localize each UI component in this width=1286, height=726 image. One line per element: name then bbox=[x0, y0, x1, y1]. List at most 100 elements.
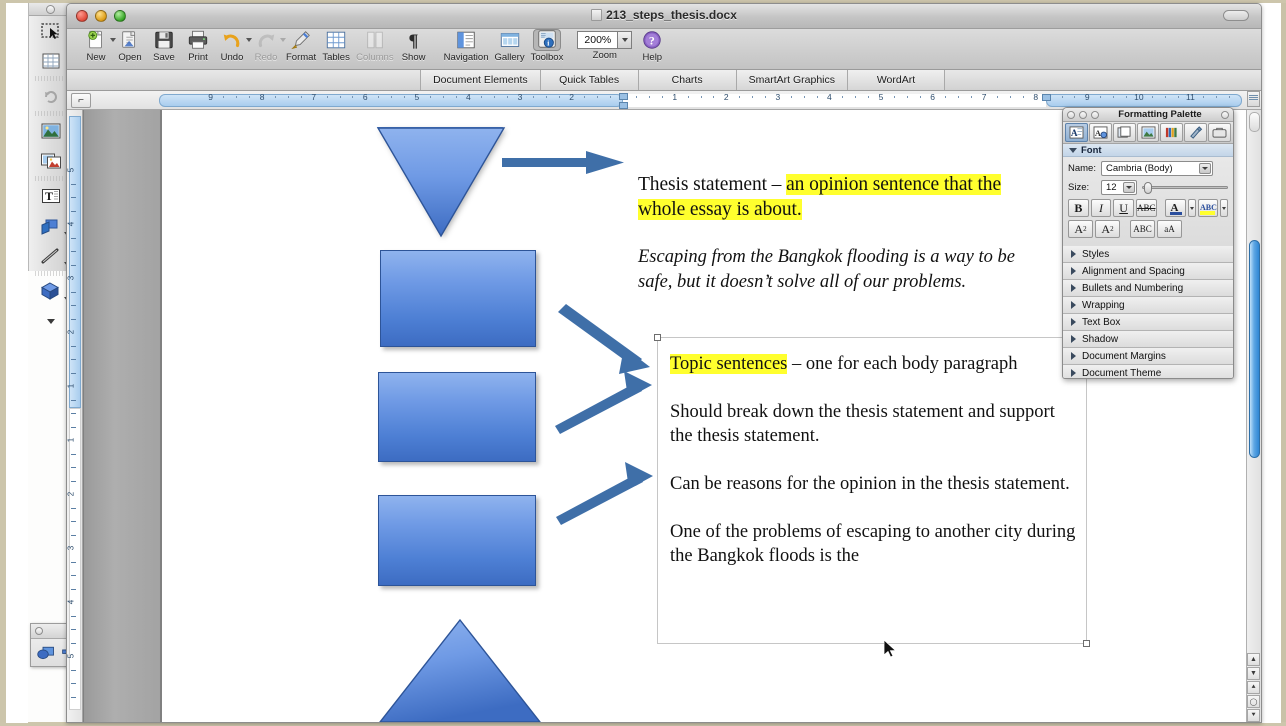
select-browse-object-button[interactable]: ◯ bbox=[1247, 695, 1260, 708]
section-document-theme[interactable]: Document Theme bbox=[1063, 365, 1233, 378]
toolbar-zoom-control[interactable]: 200% Zoom bbox=[574, 29, 635, 61]
document-scroll-thumb[interactable] bbox=[1249, 240, 1260, 458]
toolbar-button-toolbox[interactable]: i Toolbox bbox=[528, 29, 567, 63]
toolbar-toggle-button[interactable] bbox=[1223, 10, 1249, 21]
toolbar-button-gallery[interactable]: Gallery bbox=[491, 29, 527, 63]
rectangle-shape-3[interactable] bbox=[378, 495, 536, 586]
drawing-toolbar-grip[interactable] bbox=[29, 3, 71, 16]
shadow-disclosure-icon[interactable] bbox=[1071, 335, 1076, 343]
margins-disclosure-icon[interactable] bbox=[1071, 352, 1076, 360]
textbox-disclosure-icon[interactable] bbox=[1071, 318, 1076, 326]
italic-paragraph-text[interactable]: Escaping from the Bangkok flooding is a … bbox=[638, 245, 1018, 295]
strikethrough-button[interactable]: ABC bbox=[1135, 199, 1157, 217]
next-page-button[interactable]: ⯆ bbox=[1247, 709, 1260, 722]
scroll-down-button[interactable]: ▼ bbox=[1247, 667, 1260, 680]
palette-zoom-icon[interactable] bbox=[1091, 110, 1099, 119]
underline-button[interactable]: U bbox=[1113, 199, 1134, 217]
font-section-header[interactable]: Font bbox=[1063, 144, 1233, 157]
document-vertical-scrollbar[interactable]: ▲ ▼ ⯅ ◯ ⯆ bbox=[1246, 91, 1261, 722]
page-navigation-buttons[interactable]: ▲ ▼ ⯅ ◯ ⯆ bbox=[1247, 653, 1260, 722]
formatting-palette-icon[interactable]: A bbox=[1065, 123, 1088, 142]
elements-gallery-tabs[interactable]: Document Elements Quick Tables Charts Sm… bbox=[67, 70, 1261, 91]
section-alignment-and-spacing[interactable]: Alignment and Spacing bbox=[1063, 263, 1233, 280]
toolbar-button-save[interactable]: Save bbox=[147, 29, 181, 63]
highlight-color-icon[interactable]: ABC bbox=[1197, 199, 1219, 217]
subscript-button[interactable]: A2 bbox=[1095, 220, 1120, 238]
scroll-up-button[interactable]: ▲ bbox=[1247, 653, 1260, 666]
zoom-dropdown-icon[interactable] bbox=[617, 30, 633, 49]
change-case-button[interactable]: aA bbox=[1157, 220, 1182, 238]
text-box-frame[interactable]: Topic sentences – one for each body para… bbox=[654, 334, 1090, 647]
scrollbar-top-cap[interactable] bbox=[1249, 112, 1260, 132]
tab-wordart[interactable]: WordArt bbox=[847, 70, 945, 90]
document-palette-icon[interactable] bbox=[1112, 123, 1136, 142]
toolbar-button-help[interactable]: ? Help bbox=[635, 29, 669, 63]
up-triangle-shape[interactable] bbox=[378, 616, 543, 723]
toolbar-button-print[interactable]: Print bbox=[181, 29, 215, 63]
tab-stop-icon[interactable]: ⌐ bbox=[71, 93, 91, 108]
toolbar-button-tables[interactable]: Tables bbox=[319, 29, 353, 63]
toolbar-button-show[interactable]: ¶ Show bbox=[397, 29, 431, 63]
alignment-disclosure-icon[interactable] bbox=[1071, 267, 1076, 275]
styles-disclosure-icon[interactable] bbox=[1071, 250, 1076, 258]
font-name-select[interactable]: Cambria (Body) bbox=[1101, 161, 1213, 176]
media-palette-icon[interactable] bbox=[1136, 123, 1160, 142]
italic-button[interactable]: I bbox=[1090, 199, 1112, 217]
toolbar-button-navigation[interactable]: Navigation bbox=[441, 29, 492, 63]
autoshapes-close-icon[interactable] bbox=[35, 627, 43, 635]
font-color-dropdown-icon[interactable] bbox=[1188, 199, 1196, 217]
previous-page-button[interactable]: ⯅ bbox=[1247, 681, 1260, 694]
toolbox-settings-icon[interactable] bbox=[1208, 123, 1232, 142]
split-window-handle[interactable] bbox=[1247, 91, 1260, 107]
section-bullets-and-numbering[interactable]: Bullets and Numbering bbox=[1063, 280, 1233, 297]
right-indent-marker[interactable] bbox=[1042, 94, 1052, 101]
font-color-icon[interactable]: A bbox=[1165, 199, 1187, 217]
formatting-palette[interactable]: Formatting Palette A A Font Name: Cambri… bbox=[1062, 107, 1234, 379]
palette-options-icon[interactable] bbox=[1221, 110, 1229, 119]
zoom-input[interactable]: 200% bbox=[577, 30, 618, 49]
tab-document-elements[interactable]: Document Elements bbox=[420, 70, 540, 90]
section-shadow[interactable]: Shadow bbox=[1063, 331, 1233, 348]
palette-close-icon[interactable] bbox=[1067, 110, 1075, 119]
palette-minimize-icon[interactable] bbox=[1079, 110, 1087, 119]
font-style-buttons[interactable]: B I U ABC A ABC bbox=[1068, 199, 1229, 217]
bullets-disclosure-icon[interactable] bbox=[1071, 284, 1076, 292]
tab-quick-tables[interactable]: Quick Tables bbox=[539, 70, 638, 90]
font-script-buttons[interactable]: A2 A2 ABC aA bbox=[1068, 220, 1228, 238]
section-styles[interactable]: Styles bbox=[1063, 246, 1233, 263]
toolbar-button-format[interactable]: Format bbox=[283, 29, 319, 63]
textbox-handle-bottom-right[interactable] bbox=[1083, 640, 1090, 647]
compatibility-report-icon[interactable] bbox=[1184, 123, 1208, 142]
font-size-slider[interactable] bbox=[1142, 181, 1228, 194]
toolbar-button-undo[interactable]: Undo bbox=[215, 29, 252, 63]
wrapping-disclosure-icon[interactable] bbox=[1071, 301, 1076, 309]
highlight-color-dropdown-icon[interactable] bbox=[1220, 199, 1229, 217]
first-line-indent-marker[interactable] bbox=[619, 93, 629, 100]
section-document-margins[interactable]: Document Margins bbox=[1063, 348, 1233, 365]
font-name-dropdown-icon[interactable] bbox=[1199, 163, 1211, 174]
font-size-dropdown-icon[interactable] bbox=[1123, 182, 1135, 193]
palette-tab-icons[interactable]: A A bbox=[1063, 122, 1233, 144]
section-wrapping[interactable]: Wrapping bbox=[1063, 297, 1233, 314]
rectangle-shape-1[interactable] bbox=[380, 250, 536, 347]
small-caps-button[interactable]: ABC bbox=[1130, 220, 1155, 238]
reference-tools-icon[interactable] bbox=[1160, 123, 1184, 142]
font-section-disclosure-icon[interactable] bbox=[1069, 147, 1077, 153]
left-indent-marker[interactable] bbox=[619, 102, 629, 109]
formatting-palette-titlebar[interactable]: Formatting Palette bbox=[1063, 108, 1233, 122]
toolbar-button-open[interactable]: Open bbox=[113, 29, 147, 63]
tab-charts[interactable]: Charts bbox=[637, 70, 736, 90]
text-box-content[interactable]: Topic sentences – one for each body para… bbox=[670, 352, 1076, 592]
section-text-box[interactable]: Text Box bbox=[1063, 314, 1233, 331]
thesis-statement-text[interactable]: Thesis statement – an opinion sentence t… bbox=[638, 172, 1008, 222]
theme-disclosure-icon[interactable] bbox=[1071, 369, 1076, 377]
basic-shapes-icon[interactable] bbox=[36, 643, 57, 662]
vertical-ruler[interactable]: 5 4 3 2 1 1 2 3 4 5 bbox=[67, 110, 83, 722]
bold-button[interactable]: B bbox=[1068, 199, 1089, 217]
window-titlebar[interactable]: 213_steps_thesis.docx bbox=[67, 4, 1261, 29]
font-size-slider-knob[interactable] bbox=[1144, 181, 1152, 194]
toolbar-button-new[interactable]: New bbox=[79, 29, 116, 63]
tab-smartart-graphics[interactable]: SmartArt Graphics bbox=[735, 70, 847, 90]
standard-toolbar[interactable]: New Open Save Print Undo Redo Format Tab… bbox=[67, 29, 1261, 70]
object-palette-icon[interactable]: A bbox=[1088, 123, 1112, 142]
